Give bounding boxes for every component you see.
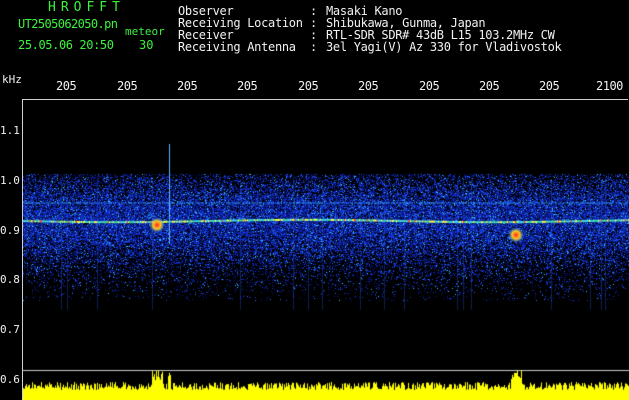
x-tick-label: 205 (479, 79, 500, 93)
header-title: HROFFT (48, 0, 125, 15)
x-tick-label: 205 (56, 79, 77, 93)
x-tick-label: 2100 (596, 79, 623, 93)
x-tick-label: 205 (237, 79, 258, 93)
antenna-value: 3el Yagi(V) Az 330 for Vladivostok (326, 40, 562, 54)
antenna-colon: : (310, 40, 318, 54)
y-tick-label: 0.9 (0, 224, 20, 237)
header-seconds: 30 (139, 38, 154, 52)
plot-frame (22, 99, 628, 399)
y-tick-label: 1.0 (0, 174, 20, 187)
header-filename: UT2505062050.pn (18, 17, 118, 31)
x-tick-label: 205 (177, 79, 198, 93)
header-datetime: 25.05.06 20:50 (18, 38, 114, 52)
x-tick-label: 205 (419, 79, 440, 93)
y-axis-unit: kHz (2, 73, 22, 86)
y-tick-label: 1.1 (0, 124, 20, 137)
y-tick-label: 0.8 (0, 273, 20, 286)
x-tick-label: 205 (358, 79, 379, 93)
antenna-label: Receiving Antenna (178, 40, 296, 54)
y-tick-label: 0.6 (0, 373, 20, 386)
x-tick-label: 205 (298, 79, 319, 93)
header-mode: meteor (125, 25, 165, 38)
y-tick-label: 0.7 (0, 323, 20, 336)
x-tick-label: 205 (539, 79, 560, 93)
x-tick-label: 205 (117, 79, 138, 93)
